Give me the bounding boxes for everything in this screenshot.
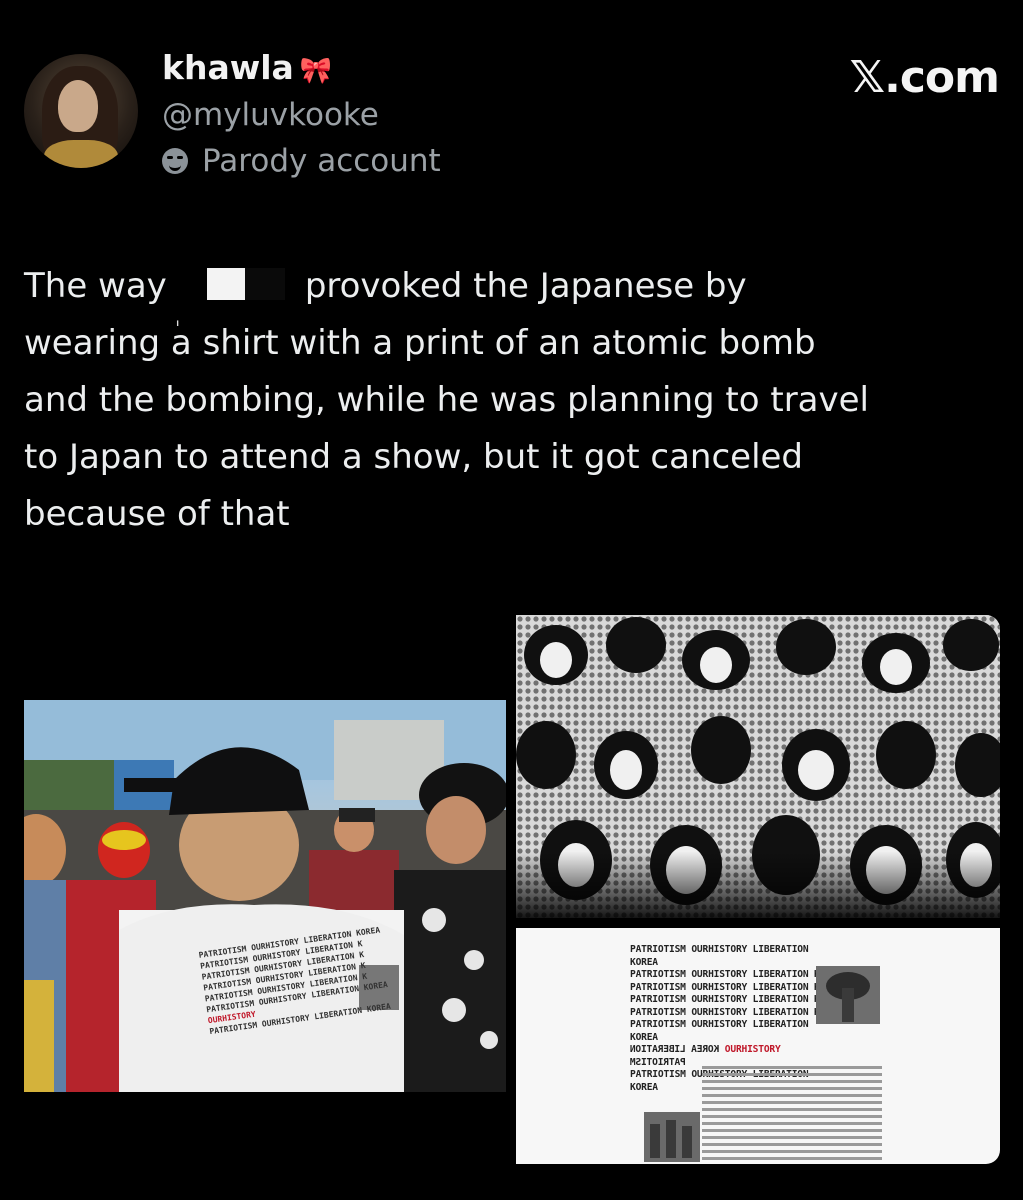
redacted-name: ˌ — [171, 268, 301, 328]
display-name[interactable]: khawla 🎀 — [162, 48, 441, 91]
tweet-header: khawla 🎀 @myluvkooke Parody account 𝕏.com — [24, 44, 1000, 179]
avatar[interactable] — [24, 54, 138, 168]
media-photo-crowd[interactable] — [24, 700, 506, 1092]
tweet-text-start: The way — [24, 266, 167, 306]
ribbon-emoji-icon: 🎀 — [299, 56, 333, 86]
tweet-text: The way ˌ provoked the Japanese by wearing… — [24, 258, 999, 543]
redaction-mark: ˌ — [174, 304, 181, 328]
x-logo-brand: 𝕏.com — [849, 52, 1000, 103]
media-photo-shirt-back[interactable]: PATRIOTISM OURHISTORY LIBERATION KOREA P… — [516, 928, 1000, 1164]
shirt-print-line: PATRIOTISM OURHISTORY LIBERATION KOREA — [630, 1019, 809, 1043]
shirt-print-line: PATRIOTISM OURHISTORY LIBERATION K — [630, 981, 820, 993]
crowd-photo-illustration — [24, 700, 506, 1092]
halftone-crowd-illustration — [516, 615, 1000, 918]
parody-mask-icon — [162, 148, 188, 174]
shirt-print-line-mixed: KOREA LIBERATION OURHISTORY PATRIOTISM — [630, 1044, 781, 1068]
shirt-print-line: PATRIOTISM OURHISTORY LIBERATION KOREA — [630, 1069, 809, 1093]
shirt-print-line: PATRIOTISM OURHISTORY LIBERATION K — [630, 1006, 820, 1018]
media-photo-print-closeup[interactable] — [516, 615, 1000, 918]
tweet-text-rest: provoked the Japanese by wearing a shirt… — [24, 266, 869, 534]
handle[interactable]: @myluvkooke — [162, 95, 441, 135]
shirt-print-line: PATRIOTISM OURHISTORY LIBERATION K — [630, 994, 820, 1005]
author-info: khawla 🎀 @myluvkooke Parody account — [162, 48, 441, 179]
shirt-print-line: PATRIOTISM OURHISTORY LIBERATION K — [630, 969, 820, 980]
shirt-print-right: PATRIOTISM OURHISTORY LIBERATION KOREA P… — [630, 944, 840, 1094]
display-name-text[interactable]: khawla — [162, 48, 294, 87]
parody-label: Parody account — [202, 143, 441, 179]
parody-label-row: Parody account — [162, 143, 441, 179]
shirt-print-line: PATRIOTISM OURHISTORY LIBERATION KOREA — [630, 944, 809, 968]
